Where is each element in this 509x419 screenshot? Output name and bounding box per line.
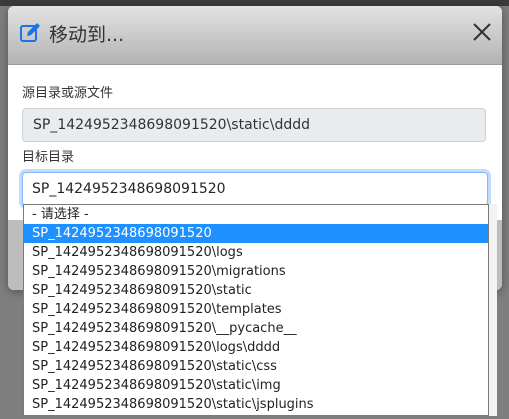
dropdown-option[interactable]: SP_1424952348698091520\migrations (24, 262, 488, 281)
source-label: 源目录或源文件 (22, 86, 114, 101)
target-dropdown-list[interactable]: - 请选择 - SP_1424952348698091520 SP_14249523… (23, 204, 489, 416)
close-icon[interactable] (470, 20, 494, 44)
dropdown-option[interactable]: - 请选择 - (24, 205, 488, 224)
dropdown-option[interactable]: SP_1424952348698091520\__pycache__ (24, 319, 488, 338)
target-label: 目标目录 (22, 150, 75, 165)
dropdown-option[interactable]: SP_1424952348698091520\templates (24, 300, 488, 319)
dropdown-option[interactable]: SP_1424952348698091520\static\img (24, 376, 488, 395)
target-select[interactable]: SP_1424952348698091520 (22, 172, 488, 206)
dropdown-option[interactable]: SP_1424952348698091520 (24, 224, 488, 243)
dropdown-option[interactable]: SP_1424952348698091520\static\jsplugins (24, 395, 488, 414)
dialog-title: 移动到... (49, 24, 125, 46)
edit-icon (20, 23, 40, 42)
source-field: SP_1424952348698091520\static\dddd (22, 108, 486, 142)
dropdown-scrollbar[interactable] (489, 204, 497, 416)
dropdown-option[interactable]: SP_1424952348698091520\static (24, 281, 488, 300)
dialog-header: 移动到... (8, 6, 502, 65)
dropdown-option[interactable]: SP_1424952348698091520\static\css (24, 357, 488, 376)
dropdown-option[interactable]: SP_1424952348698091520\logs\dddd (24, 338, 488, 357)
dropdown-option[interactable]: SP_1424952348698091520\logs (24, 243, 488, 262)
